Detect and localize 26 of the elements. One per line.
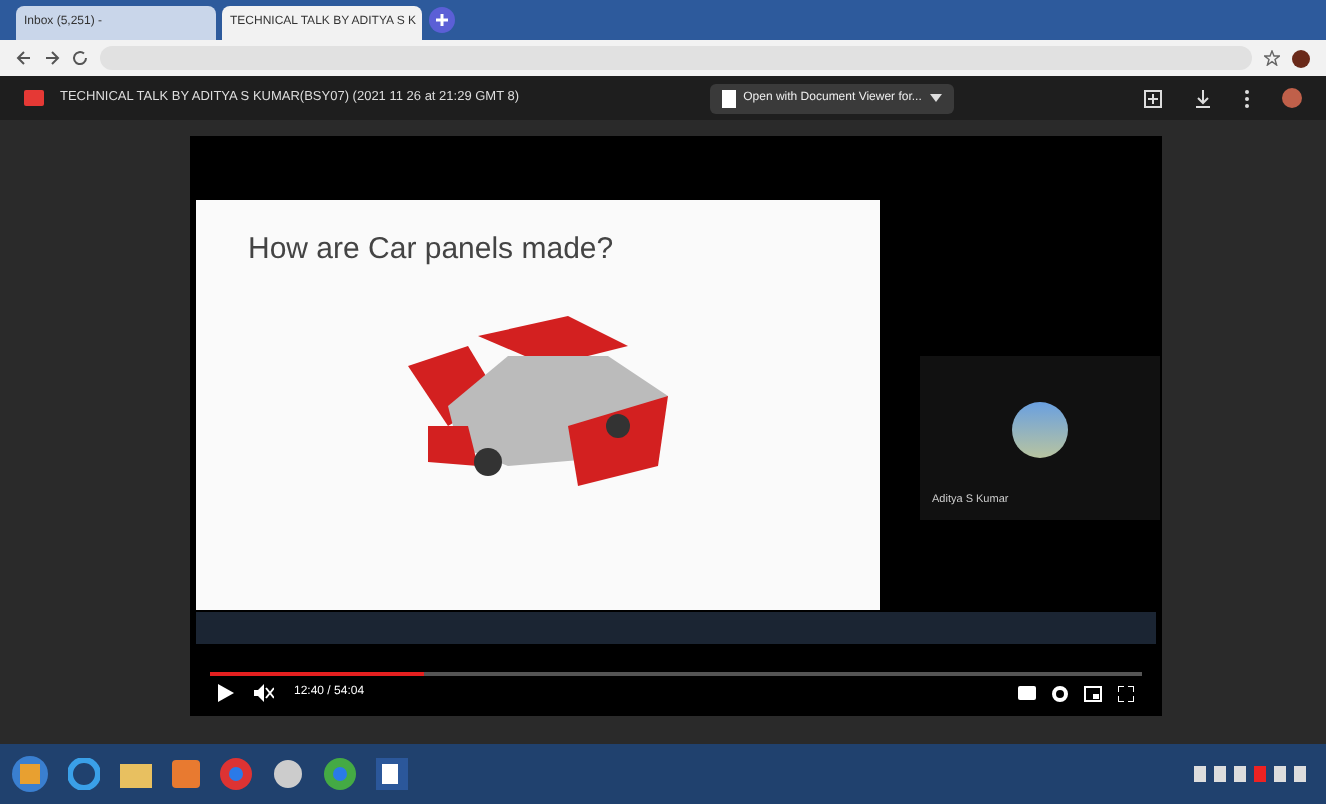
browser-e-icon[interactable] [68, 758, 100, 790]
video-file-icon [24, 90, 44, 106]
word-icon[interactable] [376, 758, 408, 790]
document-icon [721, 89, 736, 107]
download-icon[interactable] [1194, 89, 1212, 107]
miniplayer-icon[interactable] [1084, 685, 1102, 701]
chrome-icon[interactable] [324, 758, 356, 790]
profile-avatar-icon[interactable] [1292, 49, 1310, 67]
star-icon[interactable] [1264, 50, 1280, 66]
muted-volume-icon[interactable] [254, 684, 274, 702]
settings-icon[interactable] [1052, 685, 1068, 701]
caret-icon [929, 94, 942, 102]
new-tab-icon[interactable] [428, 6, 456, 34]
more-icon[interactable] [1244, 89, 1250, 107]
forward-icon[interactable] [44, 50, 60, 66]
reload-icon[interactable] [72, 50, 88, 66]
slide-title: How are Car panels made? [246, 230, 616, 270]
fullscreen-icon[interactable] [1118, 685, 1134, 701]
start-button-icon[interactable] [12, 756, 48, 792]
chrome-icon[interactable] [220, 758, 252, 790]
back-icon[interactable] [16, 50, 32, 66]
participant-avatar [1012, 401, 1068, 458]
profile-avatar-icon[interactable] [1282, 88, 1302, 108]
add-to-drive-icon[interactable] [1144, 89, 1162, 107]
folder-icon[interactable] [120, 760, 152, 788]
play-icon[interactable] [218, 684, 234, 702]
